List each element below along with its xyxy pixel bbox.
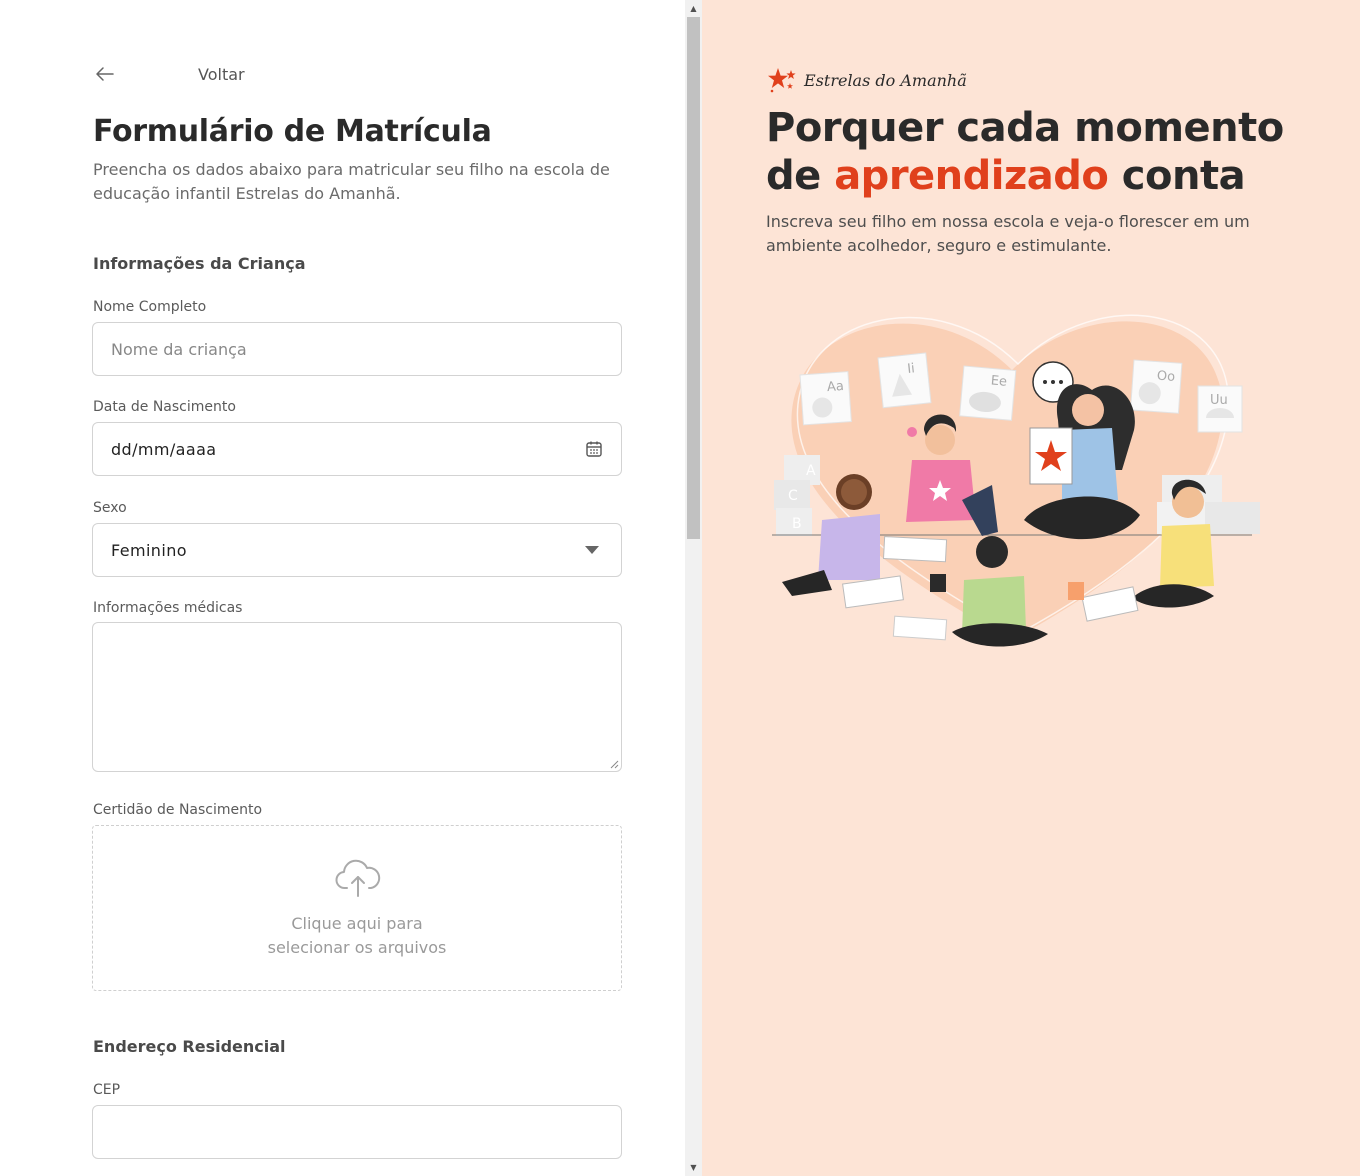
svg-text:Aa: Aa bbox=[826, 379, 844, 395]
headline-suffix: conta bbox=[1108, 153, 1246, 199]
certificate-label: Certidão de Nascimento bbox=[93, 802, 263, 818]
scrollbar-thumb[interactable] bbox=[687, 17, 700, 539]
svg-text:C: C bbox=[788, 488, 798, 504]
cep-label: CEP bbox=[93, 1082, 121, 1098]
sex-selected-value: Feminino bbox=[111, 540, 187, 560]
headline-prefix: de bbox=[766, 153, 835, 199]
svg-text:A: A bbox=[806, 463, 816, 479]
page-title: Formulário de Matrícula bbox=[93, 114, 492, 149]
birth-date-value: dd/mm/aaaa bbox=[111, 439, 217, 459]
upload-instructions: Clique aqui para selecionar os arquivos bbox=[93, 912, 621, 960]
letter-card-ii: Ii bbox=[877, 352, 932, 409]
letter-card-aa: Aa bbox=[799, 371, 852, 426]
svg-text:Oo: Oo bbox=[1156, 369, 1175, 385]
back-link[interactable]: Voltar bbox=[93, 62, 245, 86]
name-label: Nome Completo bbox=[93, 299, 207, 315]
stars-logo-icon bbox=[768, 68, 796, 93]
letter-card-ee: Ee bbox=[959, 365, 1017, 421]
classroom-illustration: Aa Ii Ee Oo Uu A C B bbox=[772, 314, 1260, 647]
letter-blocks: A C B bbox=[774, 455, 820, 536]
chevron-down-icon bbox=[585, 546, 599, 554]
sex-label: Sexo bbox=[93, 500, 127, 516]
medical-info-label: Informações médicas bbox=[93, 600, 243, 616]
letter-card-uu: Uu bbox=[1197, 385, 1243, 433]
brand-logo: Estrelas do Amanhã bbox=[766, 66, 967, 94]
enrollment-form-panel: Voltar Formulário de Matrícula Preencha … bbox=[0, 0, 685, 1176]
resize-grip-icon[interactable] bbox=[609, 759, 619, 769]
upload-line-2: selecionar os arquivos bbox=[267, 938, 447, 957]
form-scrollbar[interactable]: ▲ ▼ bbox=[685, 0, 702, 1176]
svg-text:Uu: Uu bbox=[1210, 393, 1228, 408]
section-address: Endereço Residencial bbox=[93, 1037, 286, 1056]
section-child-info: Informações da Criança bbox=[93, 254, 306, 273]
sex-select[interactable]: Feminino bbox=[92, 523, 622, 577]
scroll-down-arrow-icon[interactable]: ▼ bbox=[685, 1159, 702, 1176]
cloud-upload-icon bbox=[335, 859, 381, 897]
svg-text:B: B bbox=[792, 516, 802, 532]
svg-text:Ee: Ee bbox=[990, 373, 1007, 389]
birth-date-label: Data de Nascimento bbox=[93, 399, 236, 415]
svg-text:Ii: Ii bbox=[907, 361, 916, 377]
calendar-icon[interactable] bbox=[585, 440, 603, 458]
certificate-upload-dropzone[interactable]: Clique aqui para selecionar os arquivos bbox=[92, 825, 622, 991]
name-field-box bbox=[92, 322, 622, 376]
hero-panel: Estrelas do Amanhã Porquer cada momento … bbox=[702, 0, 1360, 1176]
scroll-up-arrow-icon[interactable]: ▲ bbox=[685, 0, 702, 17]
headline-line-1: Porquer cada momento bbox=[766, 105, 1284, 151]
birth-date-input[interactable]: dd/mm/aaaa bbox=[92, 422, 622, 476]
back-label: Voltar bbox=[198, 64, 245, 84]
cep-input[interactable] bbox=[111, 1122, 603, 1142]
name-input[interactable] bbox=[111, 339, 603, 359]
arrow-left-icon bbox=[96, 67, 114, 81]
page-subtitle: Preencha os dados abaixo para matricular… bbox=[93, 160, 610, 203]
cep-field-box bbox=[92, 1105, 622, 1159]
brand-name: Estrelas do Amanhã bbox=[804, 70, 967, 90]
medical-info-textarea[interactable] bbox=[92, 622, 622, 772]
headline-accent: aprendizado bbox=[834, 153, 1109, 199]
hero-headline: Porquer cada momento de aprendizado cont… bbox=[766, 104, 1346, 200]
hero-description: Inscreva seu filho em nossa escola e vej… bbox=[766, 212, 1250, 255]
letter-card-oo: Oo bbox=[1129, 359, 1183, 414]
upload-line-1: Clique aqui para bbox=[291, 914, 423, 933]
